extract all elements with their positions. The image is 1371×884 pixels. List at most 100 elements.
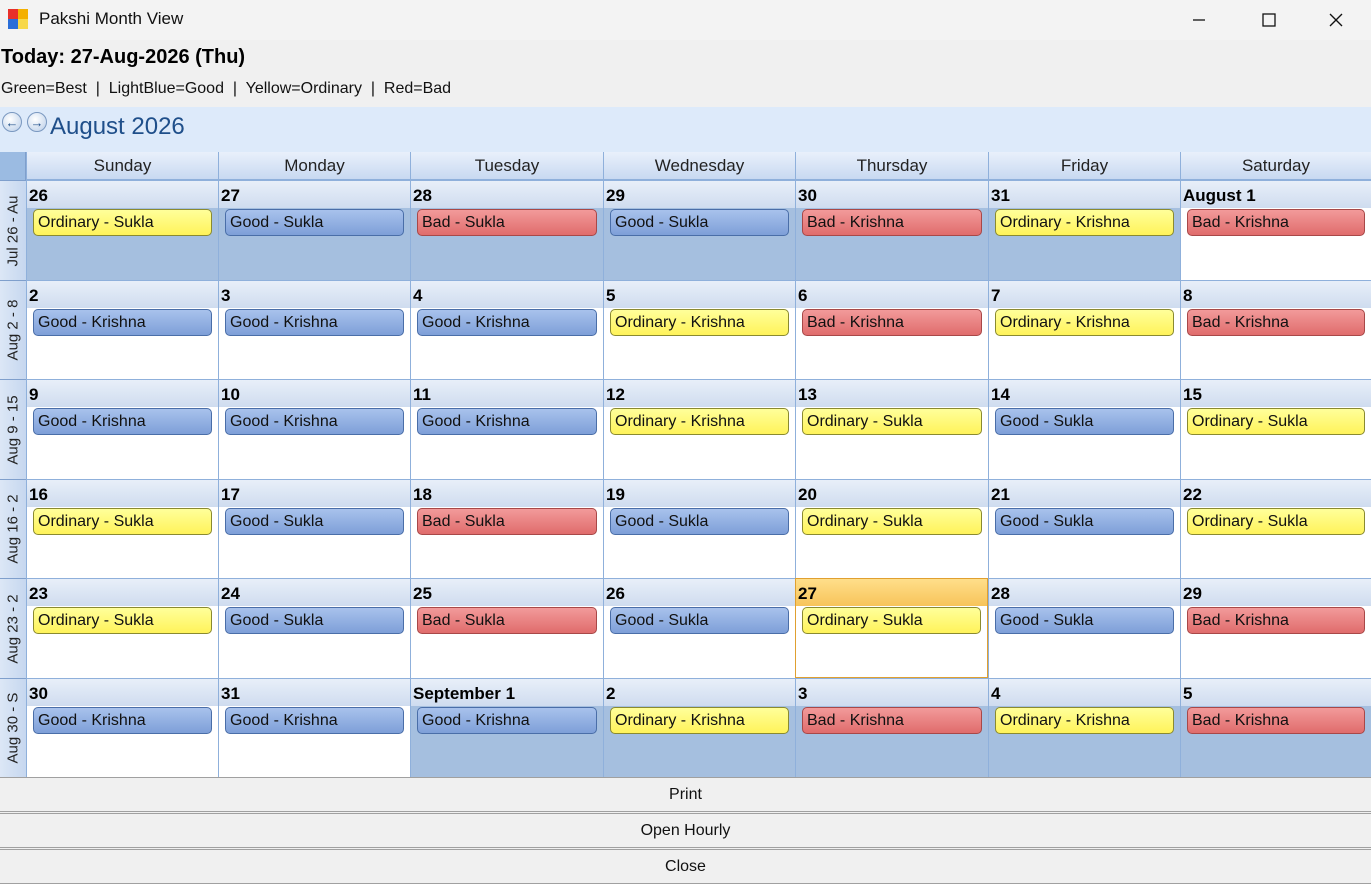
appointment-ordinary[interactable]: Ordinary - Sukla	[802, 508, 982, 535]
day-cell[interactable]: 26 Good - Sukla	[603, 578, 795, 678]
appointment-ordinary[interactable]: Ordinary - Krishna	[610, 707, 789, 734]
day-cell[interactable]: 4 Good - Krishna	[410, 280, 603, 379]
day-cell[interactable]: 9 Good - Krishna	[26, 379, 218, 479]
appointment-good[interactable]: Good - Sukla	[995, 408, 1174, 435]
appointment-bad[interactable]: Bad - Krishna	[802, 707, 982, 734]
week-header[interactable]: Aug 2 - 8	[0, 280, 26, 379]
day-cell[interactable]: 20 Ordinary - Sukla	[795, 479, 988, 578]
day-cell[interactable]: 2 Ordinary - Krishna	[603, 678, 795, 777]
day-cell[interactable]: 24 Good - Sukla	[218, 578, 410, 678]
day-cell[interactable]: 5 Ordinary - Krishna	[603, 280, 795, 379]
appointment-good[interactable]: Good - Krishna	[225, 408, 404, 435]
appointment-bad[interactable]: Bad - Krishna	[1187, 607, 1365, 634]
week-header[interactable]: Aug 9 - 15	[0, 379, 26, 479]
appointment-good[interactable]: Good - Krishna	[225, 707, 404, 734]
minimize-button[interactable]	[1164, 0, 1234, 40]
day-cell[interactable]: 8 Bad - Krishna	[1180, 280, 1371, 379]
appointment-good[interactable]: Good - Sukla	[225, 209, 404, 236]
day-cell[interactable]: 3 Bad - Krishna	[795, 678, 988, 777]
next-month-button[interactable]: →	[27, 112, 47, 132]
week-header[interactable]: Jul 26 - Au	[0, 180, 26, 280]
day-cell[interactable]: 5 Bad - Krishna	[1180, 678, 1371, 777]
appointment-bad[interactable]: Bad - Sukla	[417, 607, 597, 634]
maximize-button[interactable]	[1234, 0, 1304, 40]
appointment-ordinary[interactable]: Ordinary - Sukla	[33, 607, 212, 634]
appointment-good[interactable]: Good - Krishna	[33, 309, 212, 336]
day-cell[interactable]: 27 Ordinary - Sukla	[795, 578, 988, 678]
appointment-good[interactable]: Good - Krishna	[225, 309, 404, 336]
appointment-bad[interactable]: Bad - Sukla	[417, 209, 597, 236]
day-cell[interactable]: September 1 Good - Krishna	[410, 678, 603, 777]
appointment-good[interactable]: Good - Krishna	[417, 707, 597, 734]
appointment-bad[interactable]: Bad - Krishna	[802, 309, 982, 336]
day-cell[interactable]: 31 Ordinary - Krishna	[988, 180, 1180, 280]
appointment-ordinary[interactable]: Ordinary - Krishna	[995, 707, 1174, 734]
app-window-icon[interactable]	[8, 9, 28, 29]
appointment-ordinary[interactable]: Ordinary - Sukla	[802, 607, 981, 634]
day-cell[interactable]: 28 Good - Sukla	[988, 578, 1180, 678]
day-cell[interactable]: 16 Ordinary - Sukla	[26, 479, 218, 578]
day-cell[interactable]: 17 Good - Sukla	[218, 479, 410, 578]
appointment-good[interactable]: Good - Sukla	[995, 508, 1174, 535]
appointment-ordinary[interactable]: Ordinary - Sukla	[33, 209, 212, 236]
day-cell[interactable]: 29 Bad - Krishna	[1180, 578, 1371, 678]
appointment-good[interactable]: Good - Sukla	[610, 508, 789, 535]
appointment-bad[interactable]: Bad - Krishna	[1187, 209, 1365, 236]
appointment-good[interactable]: Good - Sukla	[225, 508, 404, 535]
day-cell[interactable]: 3 Good - Krishna	[218, 280, 410, 379]
day-cell[interactable]: 27 Good - Sukla	[218, 180, 410, 280]
day-cell[interactable]: 2 Good - Krishna	[26, 280, 218, 379]
day-cell[interactable]: 29 Good - Sukla	[603, 180, 795, 280]
day-cell[interactable]: 21 Good - Sukla	[988, 479, 1180, 578]
appointment-ordinary[interactable]: Ordinary - Krishna	[995, 309, 1174, 336]
week-header[interactable]: Aug 30 - S	[0, 678, 26, 777]
day-cell[interactable]: 4 Ordinary - Krishna	[988, 678, 1180, 777]
day-cell[interactable]: 14 Good - Sukla	[988, 379, 1180, 479]
day-cell[interactable]: 11 Good - Krishna	[410, 379, 603, 479]
close-window-button[interactable]	[1301, 0, 1371, 40]
appointment-ordinary[interactable]: Ordinary - Sukla	[802, 408, 982, 435]
appointment-good[interactable]: Good - Krishna	[417, 309, 597, 336]
day-cell[interactable]: 22 Ordinary - Sukla	[1180, 479, 1371, 578]
day-cell[interactable]: 30 Good - Krishna	[26, 678, 218, 777]
day-cell[interactable]: 26 Ordinary - Sukla	[26, 180, 218, 280]
day-cell[interactable]: 6 Bad - Krishna	[795, 280, 988, 379]
day-cell[interactable]: 31 Good - Krishna	[218, 678, 410, 777]
week-header[interactable]: Aug 23 - 2	[0, 578, 26, 678]
day-cell[interactable]: 23 Ordinary - Sukla	[26, 578, 218, 678]
day-number: 25	[413, 584, 432, 603]
appointment-ordinary[interactable]: Ordinary - Krishna	[610, 408, 789, 435]
day-cell[interactable]: August 1 Bad - Krishna	[1180, 180, 1371, 280]
appointment-ordinary[interactable]: Ordinary - Krishna	[610, 309, 789, 336]
day-cell[interactable]: 25 Bad - Sukla	[410, 578, 603, 678]
appointment-good[interactable]: Good - Sukla	[610, 209, 789, 236]
appointment-bad[interactable]: Bad - Sukla	[417, 508, 597, 535]
close-button[interactable]: Close	[0, 849, 1371, 884]
appointment-good[interactable]: Good - Krishna	[33, 707, 212, 734]
day-cell[interactable]: 28 Bad - Sukla	[410, 180, 603, 280]
appointment-bad[interactable]: Bad - Krishna	[1187, 707, 1365, 734]
appointment-bad[interactable]: Bad - Krishna	[802, 209, 982, 236]
appointment-good[interactable]: Good - Sukla	[610, 607, 789, 634]
appointment-ordinary[interactable]: Ordinary - Sukla	[1187, 508, 1365, 535]
appointment-good[interactable]: Good - Sukla	[225, 607, 404, 634]
day-cell[interactable]: 15 Ordinary - Sukla	[1180, 379, 1371, 479]
print-button[interactable]: Print	[0, 777, 1371, 812]
prev-month-button[interactable]: ←	[2, 112, 22, 132]
appointment-ordinary[interactable]: Ordinary - Sukla	[1187, 408, 1365, 435]
day-cell[interactable]: 12 Ordinary - Krishna	[603, 379, 795, 479]
day-cell[interactable]: 18 Bad - Sukla	[410, 479, 603, 578]
day-cell[interactable]: 19 Good - Sukla	[603, 479, 795, 578]
week-header[interactable]: Aug 16 - 2	[0, 479, 26, 578]
appointment-ordinary[interactable]: Ordinary - Krishna	[995, 209, 1174, 236]
appointment-good[interactable]: Good - Krishna	[33, 408, 212, 435]
day-cell[interactable]: 10 Good - Krishna	[218, 379, 410, 479]
open-hourly-button[interactable]: Open Hourly	[0, 813, 1371, 848]
day-cell[interactable]: 7 Ordinary - Krishna	[988, 280, 1180, 379]
appointment-ordinary[interactable]: Ordinary - Sukla	[33, 508, 212, 535]
appointment-good[interactable]: Good - Krishna	[417, 408, 597, 435]
day-cell[interactable]: 30 Bad - Krishna	[795, 180, 988, 280]
day-cell[interactable]: 13 Ordinary - Sukla	[795, 379, 988, 479]
appointment-bad[interactable]: Bad - Krishna	[1187, 309, 1365, 336]
appointment-good[interactable]: Good - Sukla	[995, 607, 1174, 634]
